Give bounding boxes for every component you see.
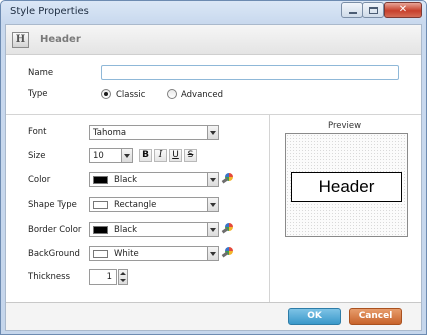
- shape-swatch: [93, 201, 108, 209]
- shape-type-combobox[interactable]: Rectangle: [89, 197, 219, 212]
- thickness-label: Thickness: [28, 272, 71, 282]
- size-combobox[interactable]: 10: [89, 148, 133, 163]
- border-color-swatch: [93, 226, 108, 234]
- font-combobox[interactable]: Tahoma: [89, 125, 219, 140]
- thickness-input[interactable]: 1: [89, 269, 117, 285]
- h-icon: H: [12, 32, 29, 48]
- preview-box: Header: [285, 133, 408, 237]
- border-color-label: Border Color: [28, 225, 82, 235]
- strikethrough-button[interactable]: S: [184, 149, 197, 162]
- background-value: White: [114, 249, 139, 259]
- color-label: Color: [28, 175, 51, 185]
- chevron-down-icon[interactable]: [207, 173, 218, 186]
- type-classic-label[interactable]: Classic: [116, 90, 145, 100]
- palette-picker-icon[interactable]: [221, 222, 235, 236]
- style-properties-window: Style Properties ✕ H Header Name Type Cl…: [0, 0, 427, 335]
- dialog-content: H Header Name Type Classic Advanced Font…: [5, 24, 422, 331]
- name-label: Name: [28, 68, 54, 78]
- palette-picker-icon[interactable]: [221, 172, 235, 186]
- minimize-button[interactable]: [341, 2, 363, 18]
- thickness-value: 1: [106, 272, 112, 282]
- color-combobox[interactable]: Black: [89, 172, 219, 187]
- palette-picker-icon[interactable]: [221, 246, 235, 260]
- spin-down-icon[interactable]: [120, 279, 126, 282]
- font-value: Tahoma: [93, 128, 127, 138]
- thickness-spin-buttons[interactable]: [118, 269, 128, 285]
- close-button[interactable]: ✕: [384, 2, 422, 18]
- type-advanced-radio[interactable]: [167, 89, 177, 99]
- shape-type-label: Shape Type: [28, 200, 77, 210]
- name-input[interactable]: [101, 65, 399, 80]
- vertical-separator: [269, 115, 270, 303]
- chevron-down-icon[interactable]: [207, 198, 218, 211]
- type-classic-radio[interactable]: [101, 89, 111, 99]
- background-swatch: [93, 250, 108, 258]
- shape-type-value: Rectangle: [114, 200, 157, 210]
- background-combobox[interactable]: White: [89, 246, 219, 261]
- thickness-spinner[interactable]: 1: [89, 269, 129, 285]
- close-icon: ✕: [398, 4, 408, 15]
- minimize-icon: [349, 12, 357, 14]
- ok-button[interactable]: OK: [288, 308, 341, 325]
- size-value: 10: [93, 151, 104, 161]
- font-label: Font: [28, 127, 47, 137]
- maximize-icon: [369, 7, 378, 14]
- type-advanced-label[interactable]: Advanced: [181, 90, 223, 100]
- titlebar[interactable]: Style Properties ✕: [1, 1, 426, 23]
- preview-text: Header: [291, 172, 402, 202]
- bold-button[interactable]: B: [139, 149, 152, 162]
- size-label: Size: [28, 151, 46, 161]
- chevron-down-icon[interactable]: [207, 247, 218, 260]
- spin-up-icon[interactable]: [120, 272, 126, 275]
- preview-label: Preview: [328, 121, 362, 131]
- header-bar: H Header: [6, 25, 421, 55]
- header-title: Header: [40, 34, 81, 45]
- color-value: Black: [114, 175, 137, 185]
- separator: [6, 114, 421, 115]
- underline-button[interactable]: U: [169, 149, 182, 162]
- italic-button[interactable]: I: [154, 149, 167, 162]
- background-label: BackGround: [28, 249, 80, 259]
- window-title: Style Properties: [10, 6, 89, 17]
- border-color-value: Black: [114, 225, 137, 235]
- maximize-button[interactable]: [362, 2, 384, 18]
- chevron-down-icon[interactable]: [121, 149, 132, 162]
- cancel-button[interactable]: Cancel: [349, 308, 402, 325]
- border-color-combobox[interactable]: Black: [89, 222, 219, 237]
- chevron-down-icon[interactable]: [207, 223, 218, 236]
- color-swatch: [93, 176, 108, 184]
- chevron-down-icon[interactable]: [207, 126, 218, 139]
- type-label: Type: [28, 89, 48, 99]
